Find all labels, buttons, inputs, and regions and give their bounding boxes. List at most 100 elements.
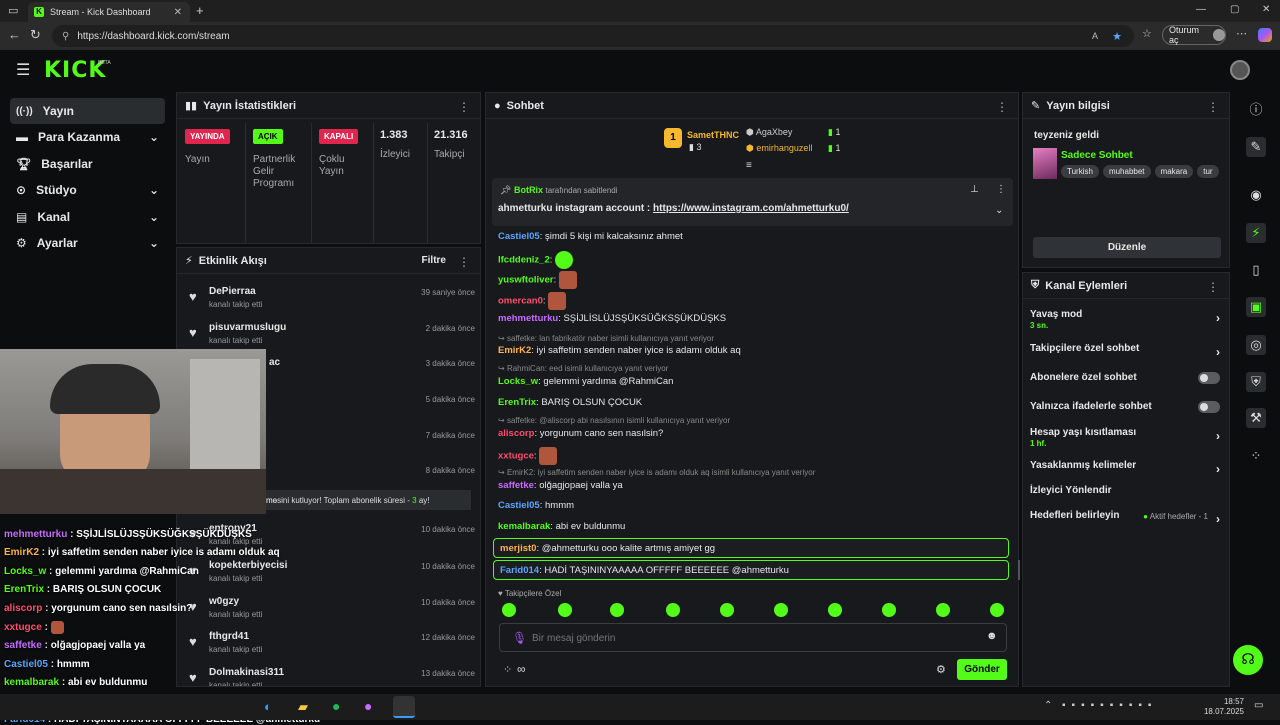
chat-message[interactable]: ErenTrix: BARIŞ OLSUN ÇOCUK — [498, 397, 642, 408]
chat-message[interactable]: mehmetturku: SŞİJLİSLÜJSŞÜKSÜĞKSŞÜKDÜŞKS — [498, 313, 726, 324]
chat-username[interactable]: saffetke — [498, 480, 534, 491]
filter-button[interactable]: Filtre — [422, 255, 446, 266]
reload-icon[interactable]: ↻ — [30, 27, 41, 43]
pinned-by-user[interactable]: BotRix — [514, 185, 543, 195]
more-options-icon[interactable]: ⋮ — [996, 100, 1008, 114]
emote-button[interactable] — [828, 603, 842, 617]
chat-username[interactable]: Castiel05 — [498, 231, 540, 242]
chat-username[interactable]: aliscorp — [498, 428, 534, 439]
apps-icon[interactable]: ⁘ — [1246, 446, 1266, 466]
chat-username[interactable]: xxtugce — [498, 451, 534, 462]
shield-icon[interactable]: ⛨ — [1246, 372, 1266, 392]
chat-username[interactable]: merjist0 — [500, 543, 536, 554]
window-menu-icon[interactable]: ▭ — [8, 4, 18, 17]
sidebar-item-basarilar[interactable]: 🏆︎ Başarılar — [10, 151, 165, 177]
chat-message[interactable]: yuswftoliver: — [498, 271, 577, 289]
unpin-icon[interactable]: ⊥ — [970, 184, 979, 195]
close-tab-icon[interactable]: ✕ — [174, 7, 182, 18]
broadcast-icon[interactable]: ◎ — [1246, 335, 1266, 355]
channel-action-row[interactable]: Yavaş mod 3 sn. › — [1030, 309, 1224, 330]
chat-message[interactable]: lfcddeniz_2: — [498, 251, 574, 269]
chat-username[interactable]: EmirK2 — [498, 345, 531, 356]
favorite-star-icon[interactable]: ★ — [1112, 30, 1122, 43]
minimize-icon[interactable]: — — [1196, 4, 1206, 15]
sidebar-item-ayarlar[interactable]: ⚙ Ayarlar ⌄ — [10, 230, 165, 256]
chat-username[interactable]: Castiel05 — [498, 500, 540, 511]
url-field[interactable]: ⚲ https://dashboard.kick.com/stream A ★ — [52, 25, 1134, 47]
edit-button[interactable]: Düzenle — [1033, 237, 1221, 258]
category-link[interactable]: Sadece Sohbet — [1061, 150, 1133, 161]
chat-scrollbar[interactable] — [1018, 560, 1020, 580]
file-explorer-icon[interactable]: ▰ — [298, 699, 308, 715]
tag-chip[interactable]: tur — [1197, 165, 1219, 178]
chat-settings-icon[interactable]: ⚙ — [936, 663, 946, 676]
channel-action-row[interactable]: Yasaklanmış kelimeler › — [1030, 460, 1224, 480]
leader-name[interactable]: AgaXbey — [756, 127, 793, 137]
channel-action-row[interactable]: Abonelere özel sohbet — [1030, 372, 1224, 392]
chat-message[interactable]: kemalbarak: abi ev buldunmu — [498, 521, 625, 532]
chat-username[interactable]: Farid014 — [500, 565, 539, 576]
site-info-icon[interactable]: ⚲ — [62, 31, 69, 42]
info-icon[interactable]: ⓘ — [1246, 100, 1266, 120]
maximize-icon[interactable]: ▢ — [1230, 4, 1239, 15]
channel-action-row[interactable]: Hesap yaşı kısıtlaması 1 hf. › — [1030, 427, 1224, 448]
more-options-icon[interactable]: ⋮ — [1207, 100, 1219, 114]
toggle-switch[interactable] — [1198, 401, 1220, 413]
event-username[interactable]: Dolmakinasi311 — [209, 667, 284, 678]
new-tab-icon[interactable]: + — [196, 3, 204, 18]
channel-action-row[interactable]: Hedefleri belirleyin › ● Aktif hedefler - … — [1030, 510, 1224, 530]
chat-message[interactable]: Castiel05: şimdi 5 kişi mi kalcaksınız a… — [498, 231, 683, 242]
wrench-icon[interactable]: ⚒ — [1246, 408, 1266, 428]
clock-date[interactable]: 18.07.2025 — [1200, 707, 1244, 716]
chat-username[interactable]: mehmetturku — [498, 313, 558, 324]
emote-button[interactable] — [558, 603, 572, 617]
event-username[interactable]: DePierraa — [209, 286, 256, 297]
highlighted-message[interactable]: merjist0: @ahmetturku ooo kalite artmış … — [493, 538, 1009, 558]
channel-action-row[interactable]: Takipçilere özel sohbet › — [1030, 343, 1224, 363]
chat-message[interactable]: saffetke: olğagjopaej valla ya — [498, 480, 623, 491]
chat-message-field[interactable] — [532, 629, 962, 647]
emote-button[interactable] — [936, 603, 950, 617]
category-thumbnail[interactable] — [1033, 148, 1057, 179]
emote-image[interactable] — [555, 251, 574, 269]
system-tray-icons[interactable]: ▪▪▪▪▪▪▪▪▪▪ — [1062, 700, 1157, 711]
emote-button[interactable] — [882, 603, 896, 617]
tag-chip[interactable]: Turkish — [1061, 165, 1099, 178]
chat-message[interactable]: EmirK2: iyi saffetim senden naber iyice … — [498, 345, 741, 356]
tray-chevron-icon[interactable]: ⌃ — [1044, 700, 1052, 711]
favorites-icon[interactable]: ☆ — [1142, 27, 1152, 40]
sidebar-item-para-kazanma[interactable]: ▬ Para Kazanma ⌄ — [10, 124, 165, 150]
emoji-icon[interactable]: ☻ — [986, 630, 998, 642]
notifications-icon[interactable]: ▭ — [1254, 700, 1263, 711]
chat-username[interactable]: ErenTrix — [498, 397, 536, 408]
more-options-icon[interactable]: ⋮ — [458, 100, 470, 114]
obs-icon[interactable] — [393, 696, 415, 718]
browser-tab[interactable]: K Stream - Kick Dashboard ✕ — [28, 2, 190, 22]
emote-button[interactable] — [990, 603, 1004, 617]
event-username[interactable]: fthgrd41 — [209, 631, 249, 642]
chat-input[interactable]: 🎙︎ ☻ — [499, 623, 1007, 652]
leader-name[interactable]: emirhanguzell — [756, 143, 812, 153]
emote-button[interactable] — [774, 603, 788, 617]
chat-username[interactable]: yuswftoliver — [498, 275, 553, 286]
event-username[interactable]: w0gzy — [209, 596, 239, 607]
edge-icon[interactable]: ◐ — [264, 699, 272, 714]
chat-username[interactable]: omercan0 — [498, 296, 543, 307]
highlighted-message[interactable]: Farid014: HADİ TAŞININYAAAAA OFFFFF BEEE… — [493, 560, 1009, 580]
hamburger-menu-icon[interactable]: ☰ — [16, 60, 30, 80]
chat-message[interactable]: omercan0: — [498, 292, 567, 310]
tag-chip[interactable]: makara — [1154, 165, 1194, 178]
user-avatar[interactable] — [1230, 60, 1250, 80]
chat-username[interactable]: kemalbarak — [498, 521, 550, 532]
back-icon[interactable]: ← — [8, 27, 21, 42]
more-options-icon[interactable]: ⋮ — [1207, 280, 1219, 294]
emote-button[interactable] — [610, 603, 624, 617]
more-icon[interactable]: ⋯ — [1236, 27, 1247, 40]
chat-username[interactable]: Locks_w — [498, 376, 538, 387]
camera-icon[interactable]: ◉ — [1246, 185, 1266, 205]
sidebar-item-studyo[interactable]: ⊙ Stüdyo ⌄ — [10, 177, 165, 203]
edit-pencil-icon[interactable]: ✎ — [1246, 137, 1266, 157]
tag-chip[interactable]: muhabbet — [1102, 165, 1151, 178]
profile-button[interactable]: Oturum aç — [1162, 25, 1226, 45]
collapse-icon[interactable]: ≡ — [746, 160, 752, 171]
